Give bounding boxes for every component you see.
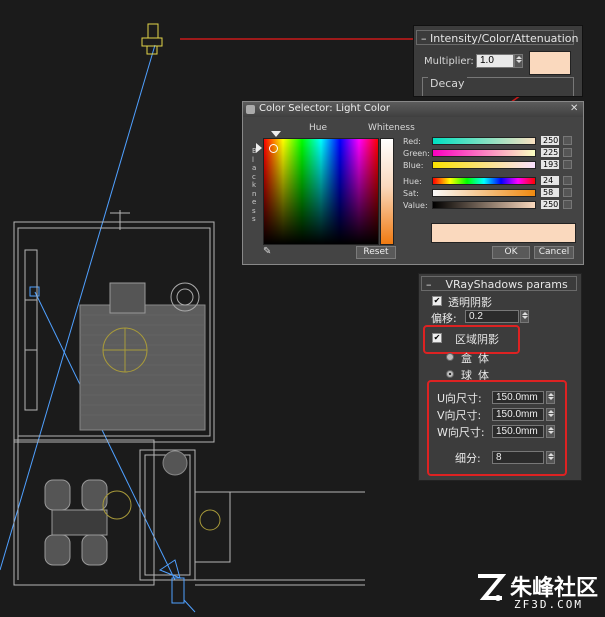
rollout-title-text: Intensity/Color/Attenuation bbox=[430, 32, 579, 45]
picker-crosshair-icon[interactable] bbox=[269, 144, 278, 153]
sat-label: Sat: bbox=[403, 189, 419, 198]
transparent-shadows-checkbox[interactable]: ✔ bbox=[432, 296, 442, 306]
sat-slider[interactable] bbox=[432, 189, 536, 197]
watermark: 朱峰社区 ZF3D.COM bbox=[474, 570, 604, 615]
subdivs-label: 细分: bbox=[455, 452, 481, 465]
blue-value[interactable]: 193 bbox=[541, 160, 559, 169]
value-slider[interactable] bbox=[432, 201, 536, 209]
value-label: Value: bbox=[403, 201, 428, 210]
transparent-shadows-label: 透明阴影 bbox=[448, 296, 492, 309]
light-object-icon[interactable] bbox=[141, 23, 163, 55]
red-label: Red: bbox=[403, 137, 421, 146]
blue-label: Blue: bbox=[403, 161, 424, 170]
red-value[interactable]: 250 bbox=[541, 136, 559, 145]
cancel-button[interactable]: Cancel bbox=[534, 246, 574, 259]
blackness-label: Blackness bbox=[252, 147, 257, 223]
multiplier-spinner[interactable] bbox=[514, 54, 523, 68]
hue-value[interactable]: 24 bbox=[541, 176, 559, 185]
collapse-icon: – bbox=[426, 278, 446, 291]
area-shadows-label: 区域阴影 bbox=[455, 333, 499, 346]
nightstand bbox=[109, 282, 146, 314]
multiplier-input[interactable]: 1.0 bbox=[476, 54, 514, 68]
value-value[interactable]: 250 bbox=[541, 200, 559, 209]
ok-button[interactable]: OK bbox=[492, 246, 530, 259]
watermark-url: ZF3D.COM bbox=[514, 598, 583, 611]
hue-pointer-icon[interactable] bbox=[271, 131, 281, 137]
box-radio[interactable] bbox=[446, 353, 454, 361]
green-value[interactable]: 225 bbox=[541, 148, 559, 157]
green-label: Green: bbox=[403, 149, 430, 158]
subdivs-spinner[interactable] bbox=[546, 451, 555, 464]
plant bbox=[162, 450, 188, 476]
eyedropper-icon[interactable]: ✎ bbox=[263, 247, 273, 257]
dialog-title: Color Selector: Light Color bbox=[259, 103, 390, 114]
w-size-label: W向尺寸: bbox=[437, 426, 485, 439]
color-selector-dialog: Color Selector: Light Color ✕ Hue Whiten… bbox=[242, 101, 584, 265]
bias-label: 偏移: bbox=[431, 312, 457, 325]
light-target-icon[interactable] bbox=[29, 286, 40, 297]
app-icon bbox=[246, 105, 255, 114]
channel-spinners[interactable] bbox=[563, 136, 572, 211]
u-size-input[interactable]: 150.0mm bbox=[492, 391, 544, 404]
hue-blackness-picker[interactable] bbox=[263, 138, 379, 245]
w-size-input[interactable]: 150.0mm bbox=[492, 425, 544, 438]
dialog-titlebar[interactable]: Color Selector: Light Color ✕ bbox=[243, 102, 583, 117]
u-size-label: U向尺寸: bbox=[437, 392, 482, 405]
zf3d-logo-icon bbox=[478, 574, 506, 601]
vray-shadows-panel: – VRayShadows params ✔ 透明阴影 偏移: 0.2 ✔ 区域… bbox=[418, 273, 582, 481]
color-preview bbox=[431, 223, 576, 243]
dining-set bbox=[44, 479, 108, 566]
subdivs-input[interactable]: 8 bbox=[492, 451, 544, 464]
multiplier-label: Multiplier: bbox=[424, 56, 474, 67]
reset-button[interactable]: Reset bbox=[356, 246, 396, 259]
blackness-pointer-icon[interactable] bbox=[256, 143, 262, 153]
u-size-spinner[interactable] bbox=[546, 391, 555, 404]
sat-value[interactable]: 58 bbox=[541, 188, 559, 197]
sphere-radio[interactable] bbox=[446, 370, 454, 378]
bias-spinner[interactable] bbox=[520, 310, 529, 323]
intensity-rollout-title[interactable]: – Intensity/Color/Attenuation bbox=[416, 30, 579, 45]
hue-value-label: Hue: bbox=[403, 177, 422, 186]
light-color-swatch[interactable] bbox=[529, 51, 571, 75]
bed bbox=[79, 304, 206, 431]
blue-slider[interactable] bbox=[432, 161, 536, 169]
v-size-label: V向尺寸: bbox=[437, 409, 482, 422]
w-size-spinner[interactable] bbox=[546, 425, 555, 438]
v-size-input[interactable]: 150.0mm bbox=[492, 408, 544, 421]
vray-rollout-title[interactable]: – VRayShadows params bbox=[421, 276, 577, 291]
hue-label: Hue bbox=[309, 123, 328, 133]
bias-input[interactable]: 0.2 bbox=[465, 310, 519, 323]
v-size-spinner[interactable] bbox=[546, 408, 555, 421]
red-slider[interactable] bbox=[432, 137, 536, 145]
hue-slider[interactable] bbox=[432, 177, 536, 185]
decay-label: Decay bbox=[428, 77, 467, 90]
vray-rollout-title-text: VRayShadows params bbox=[445, 278, 568, 291]
intensity-panel: – Intensity/Color/Attenuation Multiplier… bbox=[413, 25, 583, 97]
whiteness-bar[interactable] bbox=[380, 138, 394, 245]
whiteness-label: Whiteness bbox=[368, 123, 415, 133]
area-shadows-checkbox[interactable]: ✔ bbox=[432, 333, 442, 343]
collapse-icon: – bbox=[421, 32, 430, 45]
green-slider[interactable] bbox=[432, 149, 536, 157]
close-icon[interactable]: ✕ bbox=[570, 104, 580, 114]
box-label: 盒体 bbox=[461, 352, 495, 365]
